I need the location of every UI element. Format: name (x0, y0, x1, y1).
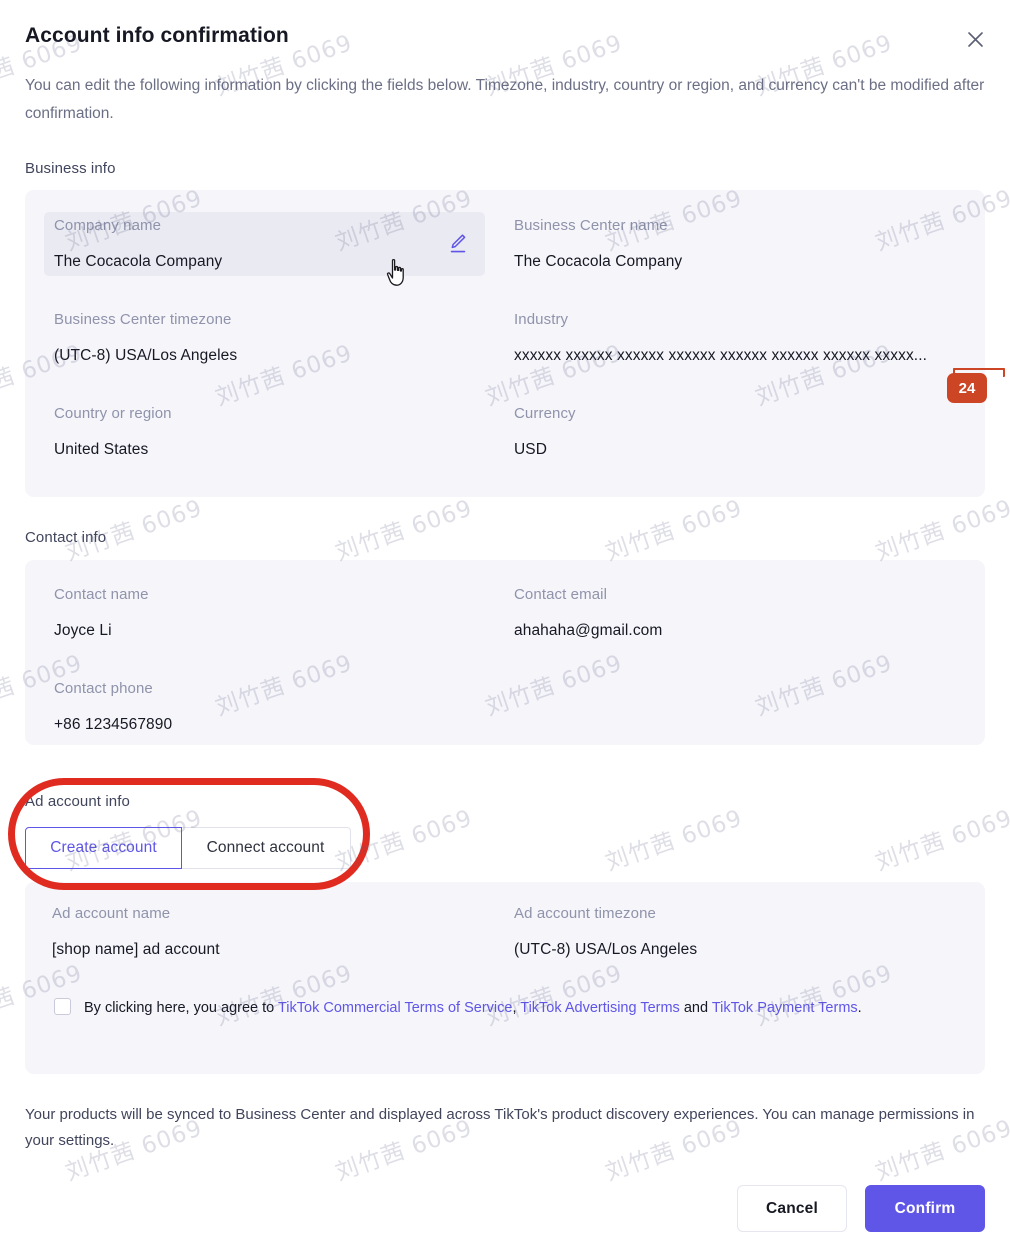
field-value: The Cocacola Company (54, 253, 223, 270)
field-label: Business Center timezone (54, 311, 232, 328)
page-title: Account info confirmation (25, 24, 289, 47)
field-ad-account-name[interactable]: Ad account name [shop name] ad account (52, 904, 220, 961)
section-label-business-info: Business info (25, 160, 116, 177)
edit-pencil-icon[interactable] (448, 233, 468, 255)
link-commercial-terms[interactable]: TikTok Commercial Terms of Service (278, 1000, 512, 1016)
field-label: Contact phone (54, 680, 153, 697)
watermark-text: 刘竹茜 6069 (872, 805, 1010, 877)
watermark-text: 刘竹茜 6069 (332, 495, 476, 567)
field-currency: Currency USD (514, 404, 576, 461)
dialog-description: You can edit the following information b… (25, 77, 985, 122)
section-label-ad-account-info: Ad account info (25, 793, 130, 810)
field-value: (UTC-8) USA/Los Angeles (54, 347, 238, 364)
field-value: United States (54, 441, 149, 458)
field-label: Country or region (54, 405, 172, 422)
account-info-confirmation-dialog: Account info confirmation You can edit t… (0, 0, 1010, 1260)
field-business-center-timezone: Business Center timezone (UTC-8) USA/Los… (54, 310, 237, 367)
field-country-or-region: Country or region United States (54, 404, 172, 461)
close-icon[interactable] (960, 24, 990, 54)
field-value: Joyce Li (54, 622, 112, 639)
field-label: Ad account name (52, 905, 171, 922)
field-industry: Industry xxxxxx xxxxxx xxxxxx xxxxxx xxx… (514, 310, 974, 367)
field-label: Currency (514, 405, 576, 422)
confirm-button[interactable]: Confirm (865, 1185, 985, 1232)
annotation-badge-label: 24 (947, 373, 987, 403)
section-label-contact-info: Contact info (25, 529, 107, 546)
terms-checkbox[interactable] (54, 998, 71, 1015)
footer-note: Your products will be synced to Business… (25, 1106, 975, 1149)
field-value: ahahaha@gmail.com (514, 622, 663, 639)
field-contact-name[interactable]: Contact name Joyce Li (54, 585, 149, 642)
field-contact-email[interactable]: Contact email ahahaha@gmail.com (514, 585, 662, 642)
watermark-text: 刘竹茜 6069 (872, 495, 1010, 567)
terms-agreement-row: By clicking here, you agree to TikTok Co… (54, 996, 964, 1021)
field-label: Ad account timezone (514, 905, 656, 922)
ad-account-type-tabs: Create account Connect account (25, 827, 351, 869)
link-payment-terms[interactable]: TikTok Payment Terms (712, 1000, 858, 1016)
field-label: Industry (514, 311, 569, 328)
terms-prefix: By clicking here, you agree to (84, 1000, 278, 1016)
field-label: Contact name (54, 586, 149, 603)
field-label: Company name (54, 217, 162, 234)
link-advertising-terms[interactable]: TikTok Advertising Terms (520, 1000, 680, 1016)
field-value: (UTC-8) USA/Los Angeles (514, 941, 698, 958)
watermark-text: 刘竹茜 6069 (62, 495, 206, 567)
tab-connect-account[interactable]: Connect account (181, 827, 351, 869)
tab-create-account[interactable]: Create account (25, 827, 182, 869)
field-value: USD (514, 441, 548, 458)
terms-sep-2: and (679, 1000, 712, 1016)
field-company-name[interactable]: Company name The Cocacola Company (54, 216, 222, 273)
field-contact-phone[interactable]: Contact phone +86 1234567890 (54, 679, 172, 736)
terms-text: By clicking here, you agree to TikTok Co… (84, 996, 964, 1021)
field-value: The Cocacola Company (514, 253, 683, 270)
field-label: Contact email (514, 586, 608, 603)
field-label: Business Center name (514, 217, 668, 234)
field-value: [shop name] ad account (52, 941, 220, 958)
watermark-text: 刘竹茜 6069 (602, 805, 746, 877)
terms-suffix: . (857, 1000, 862, 1016)
field-value: +86 1234567890 (54, 716, 173, 733)
watermark-text: 刘竹茜 6069 (332, 805, 476, 877)
cancel-button[interactable]: Cancel (737, 1185, 847, 1232)
watermark-text: 刘竹茜 6069 (602, 495, 746, 567)
field-ad-account-timezone: Ad account timezone (UTC-8) USA/Los Ange… (514, 904, 697, 961)
field-business-center-name[interactable]: Business Center name The Cocacola Compan… (514, 216, 682, 273)
field-value: xxxxxx xxxxxx xxxxxx xxxxxx xxxxxx xxxxx… (514, 347, 928, 364)
